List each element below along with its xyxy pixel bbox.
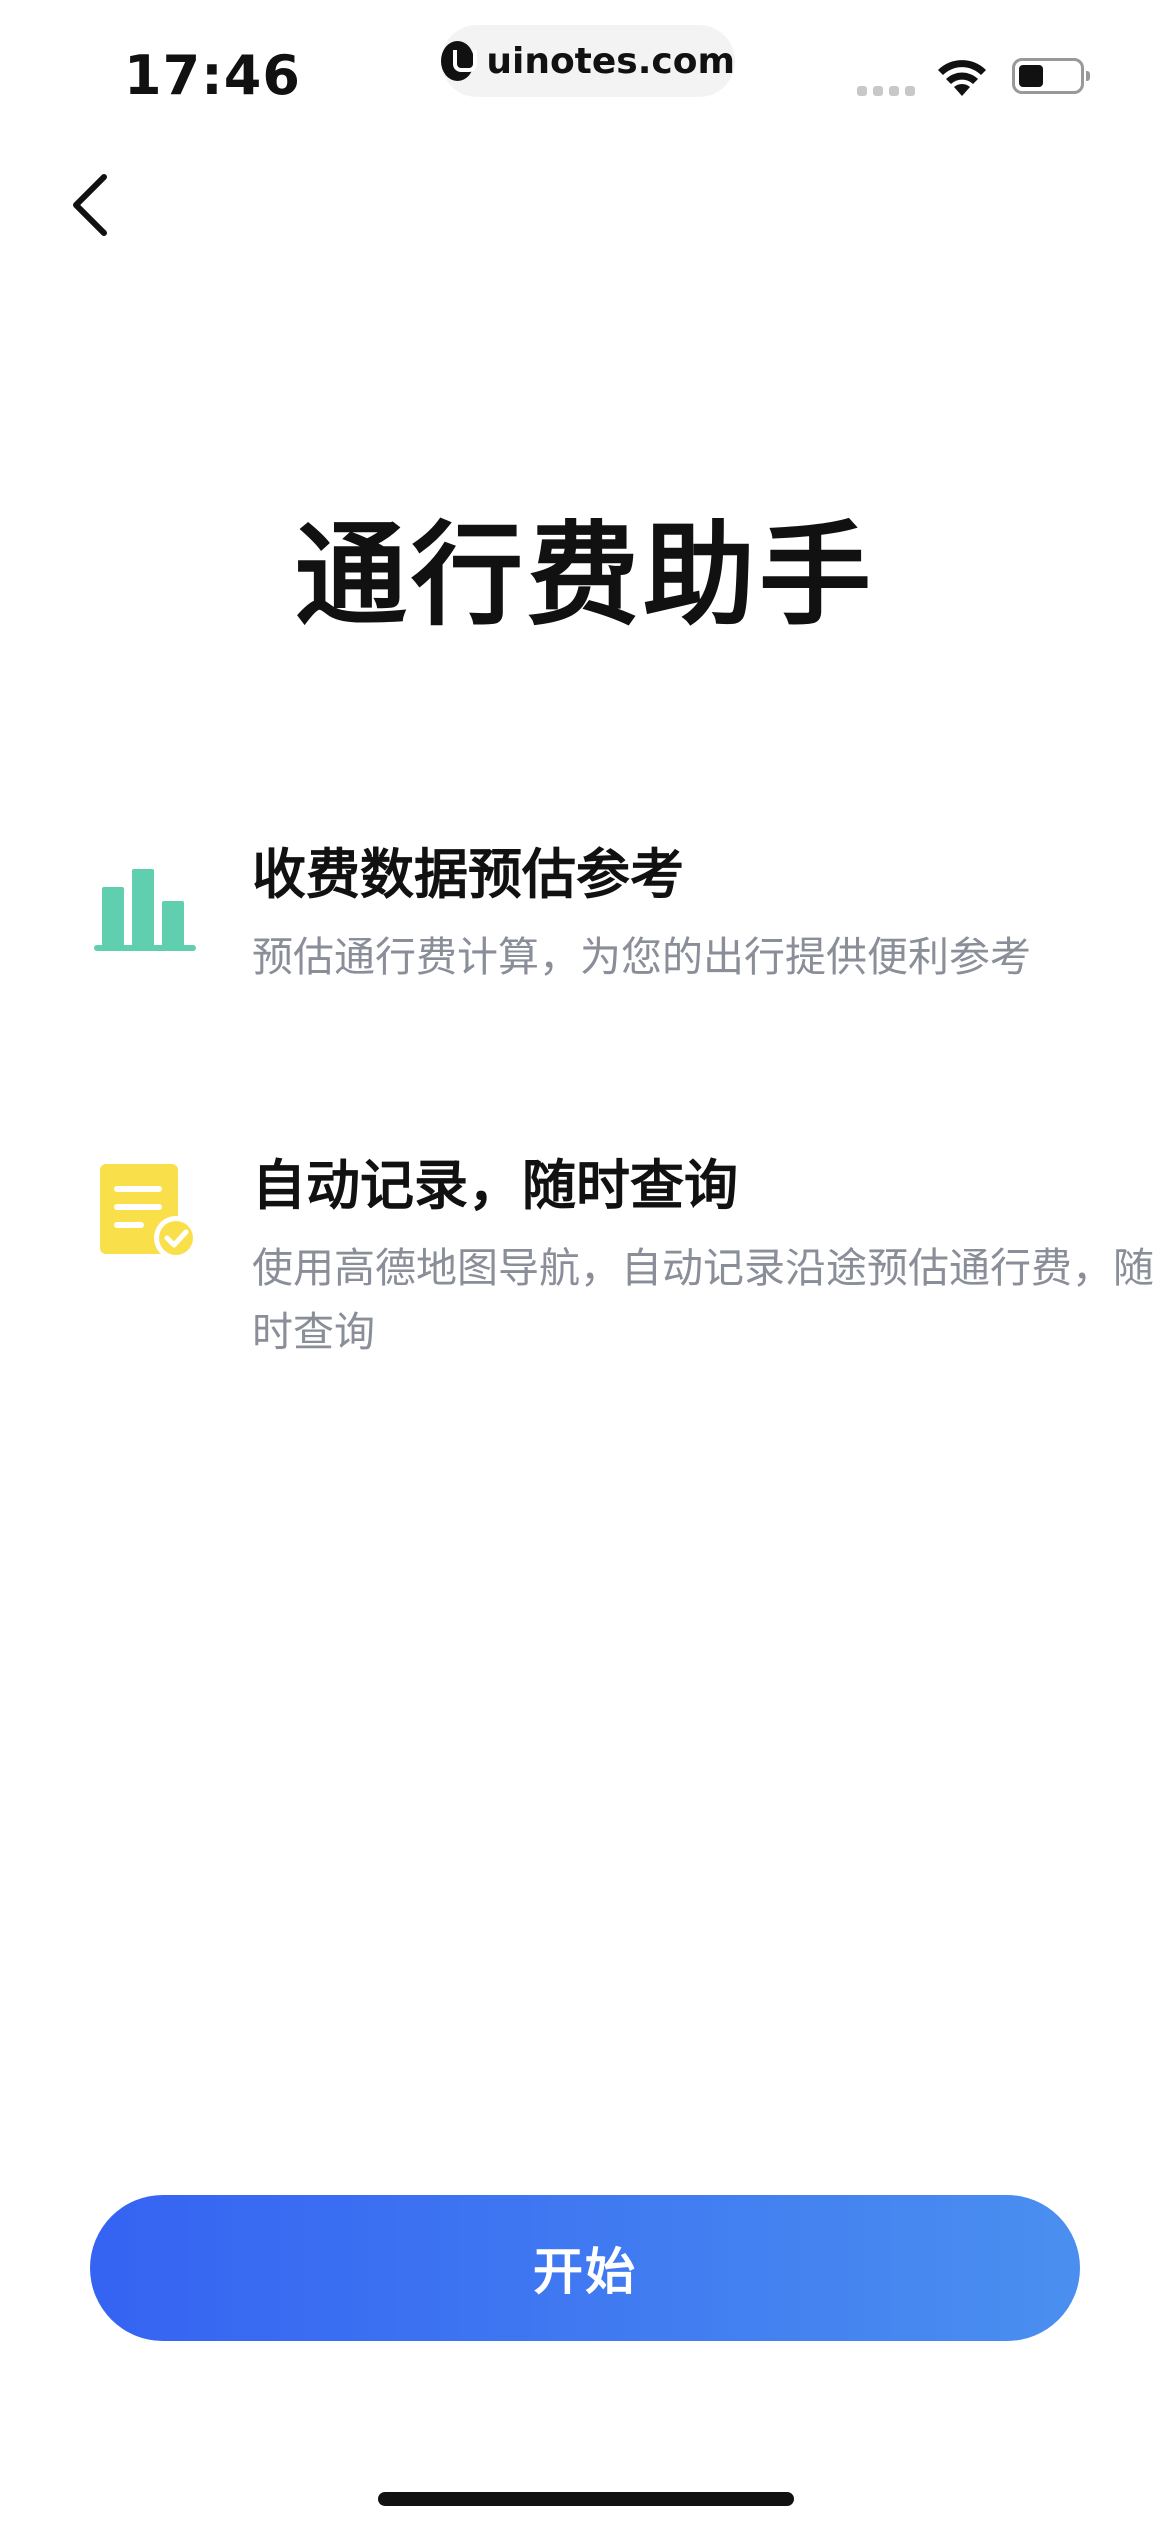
wifi-icon bbox=[938, 60, 986, 96]
home-indicator[interactable] bbox=[378, 2492, 794, 2506]
back-button[interactable] bbox=[60, 165, 120, 245]
bar-chart-icon bbox=[94, 869, 196, 951]
site-logo-icon bbox=[441, 41, 478, 81]
chevron-left-icon bbox=[73, 174, 107, 236]
toll-assistant-screen: 17:46 uinotes.com 通行费助手 收费数据预估参考 预估通行费计算… bbox=[0, 0, 1170, 2532]
battery-icon bbox=[1012, 58, 1090, 94]
feature-description: 预估通行费计算，为您的出行提供便利参考 bbox=[252, 933, 1031, 981]
start-button[interactable]: 开始 bbox=[90, 2195, 1080, 2341]
document-check-icon bbox=[100, 1164, 198, 1260]
page-title: 通行费助手 bbox=[295, 511, 875, 641]
status-time: 17:46 bbox=[124, 44, 301, 107]
feature-title: 收费数据预估参考 bbox=[252, 843, 684, 906]
feature-title: 自动记录，随时查询 bbox=[252, 1154, 738, 1217]
url-pill[interactable]: uinotes.com bbox=[441, 25, 735, 97]
url-text: uinotes.com bbox=[486, 40, 735, 82]
cellular-signal-icon bbox=[857, 86, 915, 96]
feature-description: 使用高德地图导航，自动记录沿途预估通行费，随时查询 bbox=[252, 1244, 1154, 1356]
